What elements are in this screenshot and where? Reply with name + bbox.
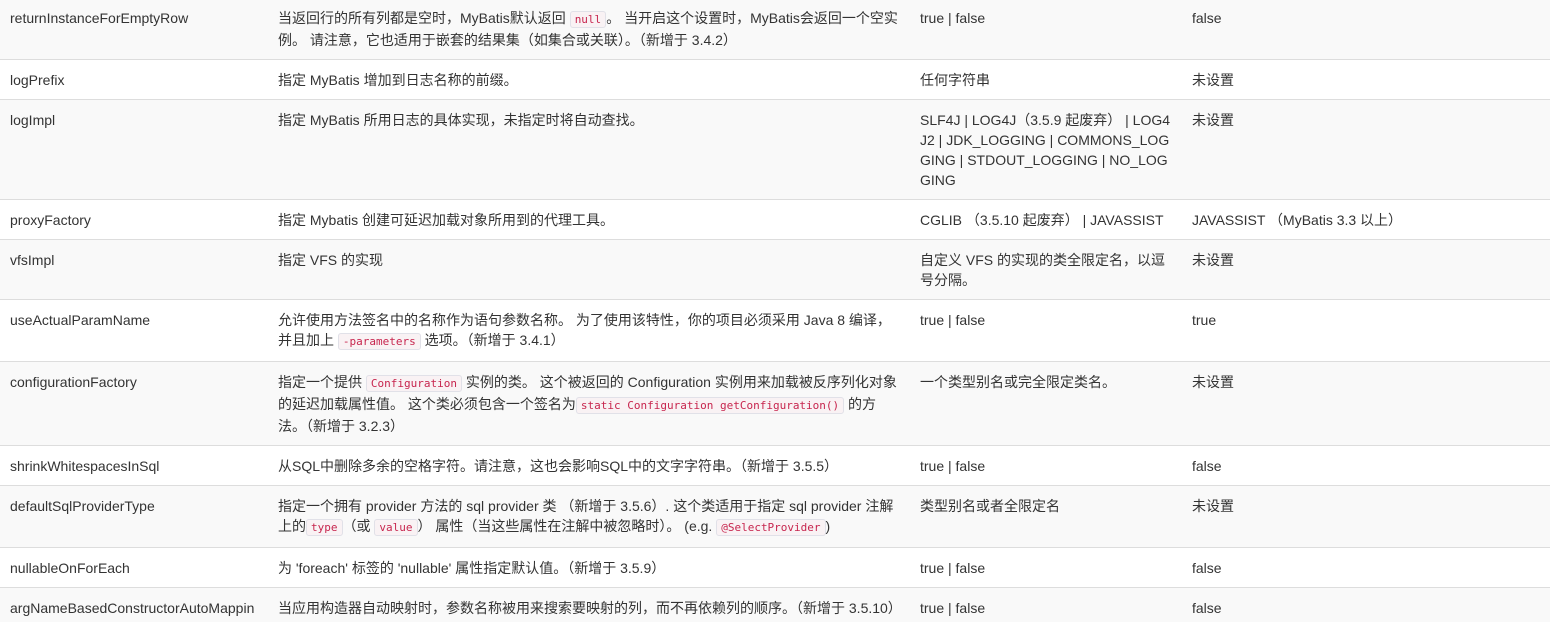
setting-valid-values: true | false bbox=[910, 299, 1182, 362]
setting-default-value: false bbox=[1182, 547, 1550, 588]
setting-default-value: 未设置 bbox=[1182, 59, 1550, 100]
setting-description: 为 'foreach' 标签的 'nullable' 属性指定默认值。（新增于 … bbox=[268, 547, 910, 588]
setting-name: shrinkWhitespacesInSql bbox=[0, 445, 268, 486]
setting-default-value: 未设置 bbox=[1182, 485, 1550, 548]
setting-name: logPrefix bbox=[0, 59, 268, 100]
inline-code: @SelectProvider bbox=[716, 519, 826, 536]
setting-default-value: 未设置 bbox=[1182, 239, 1550, 300]
setting-name: proxyFactory bbox=[0, 199, 268, 240]
inline-code: Configuration bbox=[365, 375, 462, 392]
table-row: defaultSqlProviderType 指定一个拥有 provider 方法… bbox=[0, 485, 1550, 548]
setting-name: nullableOnForEach bbox=[0, 547, 268, 588]
table-row: returnInstanceForEmptyRow 当返回行的所有列都是空时，My… bbox=[0, 0, 1550, 60]
setting-description: 指定 MyBatis 增加到日志名称的前缀。 bbox=[268, 59, 910, 100]
description-text: 从SQL中删除多余的空格字符。请注意，这也会影响SQL中的文字字符串。（新增于 … bbox=[278, 458, 839, 474]
setting-description: 从SQL中删除多余的空格字符。请注意，这也会影响SQL中的文字字符串。（新增于 … bbox=[268, 445, 910, 486]
setting-valid-values: true | false bbox=[910, 0, 1182, 60]
setting-name: defaultSqlProviderType bbox=[0, 485, 268, 548]
setting-valid-values: true | false bbox=[910, 587, 1182, 622]
table-row: logImpl 指定 MyBatis 所用日志的具体实现，未指定时将自动查找。 SL… bbox=[0, 99, 1550, 200]
table-row: useActualParamName 允许使用方法签名中的名称作为语句参数名称。 … bbox=[0, 299, 1550, 362]
description-text: 当应用构造器自动映射时，参数名称被用来搜索要映射的列，而不再依赖列的顺序。（新增… bbox=[278, 600, 902, 616]
setting-default-value: false bbox=[1182, 0, 1550, 60]
setting-name: returnInstanceForEmptyRow bbox=[0, 0, 268, 60]
description-text: ) bbox=[825, 518, 831, 534]
settings-table-viewport: 时。returnInstanceForEmptyRow当返回行的所有列都是空时，… bbox=[0, 0, 1550, 622]
setting-default-value: true bbox=[1182, 299, 1550, 362]
setting-name: vfsImpl bbox=[0, 239, 268, 300]
setting-description: 允许使用方法签名中的名称作为语句参数名称。 为了使用该特性，你的项目必须采用 J… bbox=[268, 299, 910, 362]
description-text: 选项。（新增于 3.4.1） bbox=[420, 332, 565, 348]
setting-default-value: JAVASSIST （MyBatis 3.3 以上） bbox=[1182, 199, 1550, 240]
description-text: ） 属性（当这些属性在注解中被忽略时）。 (e.g. bbox=[417, 518, 717, 534]
setting-valid-values: true | false bbox=[910, 547, 1182, 588]
setting-valid-values: 自定义 VFS 的实现的类全限定名，以逗号分隔。 bbox=[910, 239, 1182, 300]
setting-description: 当返回行的所有列都是空时，MyBatis默认返回 null。 当开启这个设置时，… bbox=[268, 0, 910, 60]
table-row: vfsImpl 指定 VFS 的实现 自定义 VFS 的实现的类全限定名，以逗号分隔… bbox=[0, 239, 1550, 300]
description-text: 为 'foreach' 标签的 'nullable' 属性指定默认值。（新增于 … bbox=[278, 560, 666, 576]
table-row: proxyFactory 指定 Mybatis 创建可延迟加载对象所用到的代理工具… bbox=[0, 199, 1550, 240]
description-text: 指定一个提供 bbox=[278, 374, 366, 390]
table-row: configurationFactory 指定一个提供 Configuration… bbox=[0, 361, 1550, 446]
table-row: logPrefix 指定 MyBatis 增加到日志名称的前缀。 任何字符串 未设置 bbox=[0, 59, 1550, 100]
setting-valid-values: 类型别名或者全限定名 bbox=[910, 485, 1182, 548]
setting-description: 指定 VFS 的实现 bbox=[268, 239, 910, 300]
setting-description: 指定一个提供 Configuration 实例的类。 这个被返回的 Config… bbox=[268, 361, 910, 446]
setting-valid-values: true | false bbox=[910, 445, 1182, 486]
table-row: shrinkWhitespacesInSql 从SQL中删除多余的空格字符。请注意… bbox=[0, 445, 1550, 486]
description-text: 当返回行的所有列都是空时，MyBatis默认返回 bbox=[278, 10, 570, 26]
setting-default-value: 未设置 bbox=[1182, 99, 1550, 200]
setting-name: logImpl bbox=[0, 99, 268, 200]
description-text: 指定 MyBatis 增加到日志名称的前缀。 bbox=[278, 72, 518, 88]
setting-valid-values: SLF4J | LOG4J（3.5.9 起废弃） | LOG4J2 | JDK_… bbox=[910, 99, 1182, 200]
setting-description: 指定一个拥有 provider 方法的 sql provider 类 （新增于 … bbox=[268, 485, 910, 548]
setting-description: 当应用构造器自动映射时，参数名称被用来搜索要映射的列，而不再依赖列的顺序。（新增… bbox=[268, 587, 910, 622]
setting-name: argNameBasedConstructorAutoMapping bbox=[0, 587, 268, 622]
description-text: 指定 VFS 的实现 bbox=[278, 252, 384, 268]
setting-default-value: false bbox=[1182, 445, 1550, 486]
setting-valid-values: 一个类型别名或完全限定类名。 bbox=[910, 361, 1182, 446]
inline-code: type bbox=[306, 519, 343, 536]
setting-default-value: false bbox=[1182, 587, 1550, 622]
settings-table: 时。returnInstanceForEmptyRow当返回行的所有列都是空时，… bbox=[0, 0, 1550, 622]
description-text: （或 bbox=[342, 518, 375, 534]
description-text: 指定 MyBatis 所用日志的具体实现，未指定时将自动查找。 bbox=[278, 112, 644, 128]
setting-name: configurationFactory bbox=[0, 361, 268, 446]
settings-table-body: 时。returnInstanceForEmptyRow当返回行的所有列都是空时，… bbox=[0, 0, 1550, 622]
inline-code: null bbox=[569, 11, 607, 28]
setting-default-value: 未设置 bbox=[1182, 361, 1550, 446]
setting-description: 指定 Mybatis 创建可延迟加载对象所用到的代理工具。 bbox=[268, 199, 910, 240]
inline-code: static Configuration getConfiguration() bbox=[575, 397, 845, 414]
inline-code: value bbox=[374, 519, 418, 536]
setting-name: useActualParamName bbox=[0, 299, 268, 362]
setting-valid-values: 任何字符串 bbox=[910, 59, 1182, 100]
table-row: argNameBasedConstructorAutoMapping 当应用构造器… bbox=[0, 587, 1550, 622]
inline-code: -parameters bbox=[337, 333, 421, 350]
description-text: 指定 Mybatis 创建可延迟加载对象所用到的代理工具。 bbox=[278, 212, 615, 228]
setting-description: 指定 MyBatis 所用日志的具体实现，未指定时将自动查找。 bbox=[268, 99, 910, 200]
table-row: nullableOnForEach 为 'foreach' 标签的 'nullab… bbox=[0, 547, 1550, 588]
setting-valid-values: CGLIB （3.5.10 起废弃） | JAVASSIST bbox=[910, 199, 1182, 240]
